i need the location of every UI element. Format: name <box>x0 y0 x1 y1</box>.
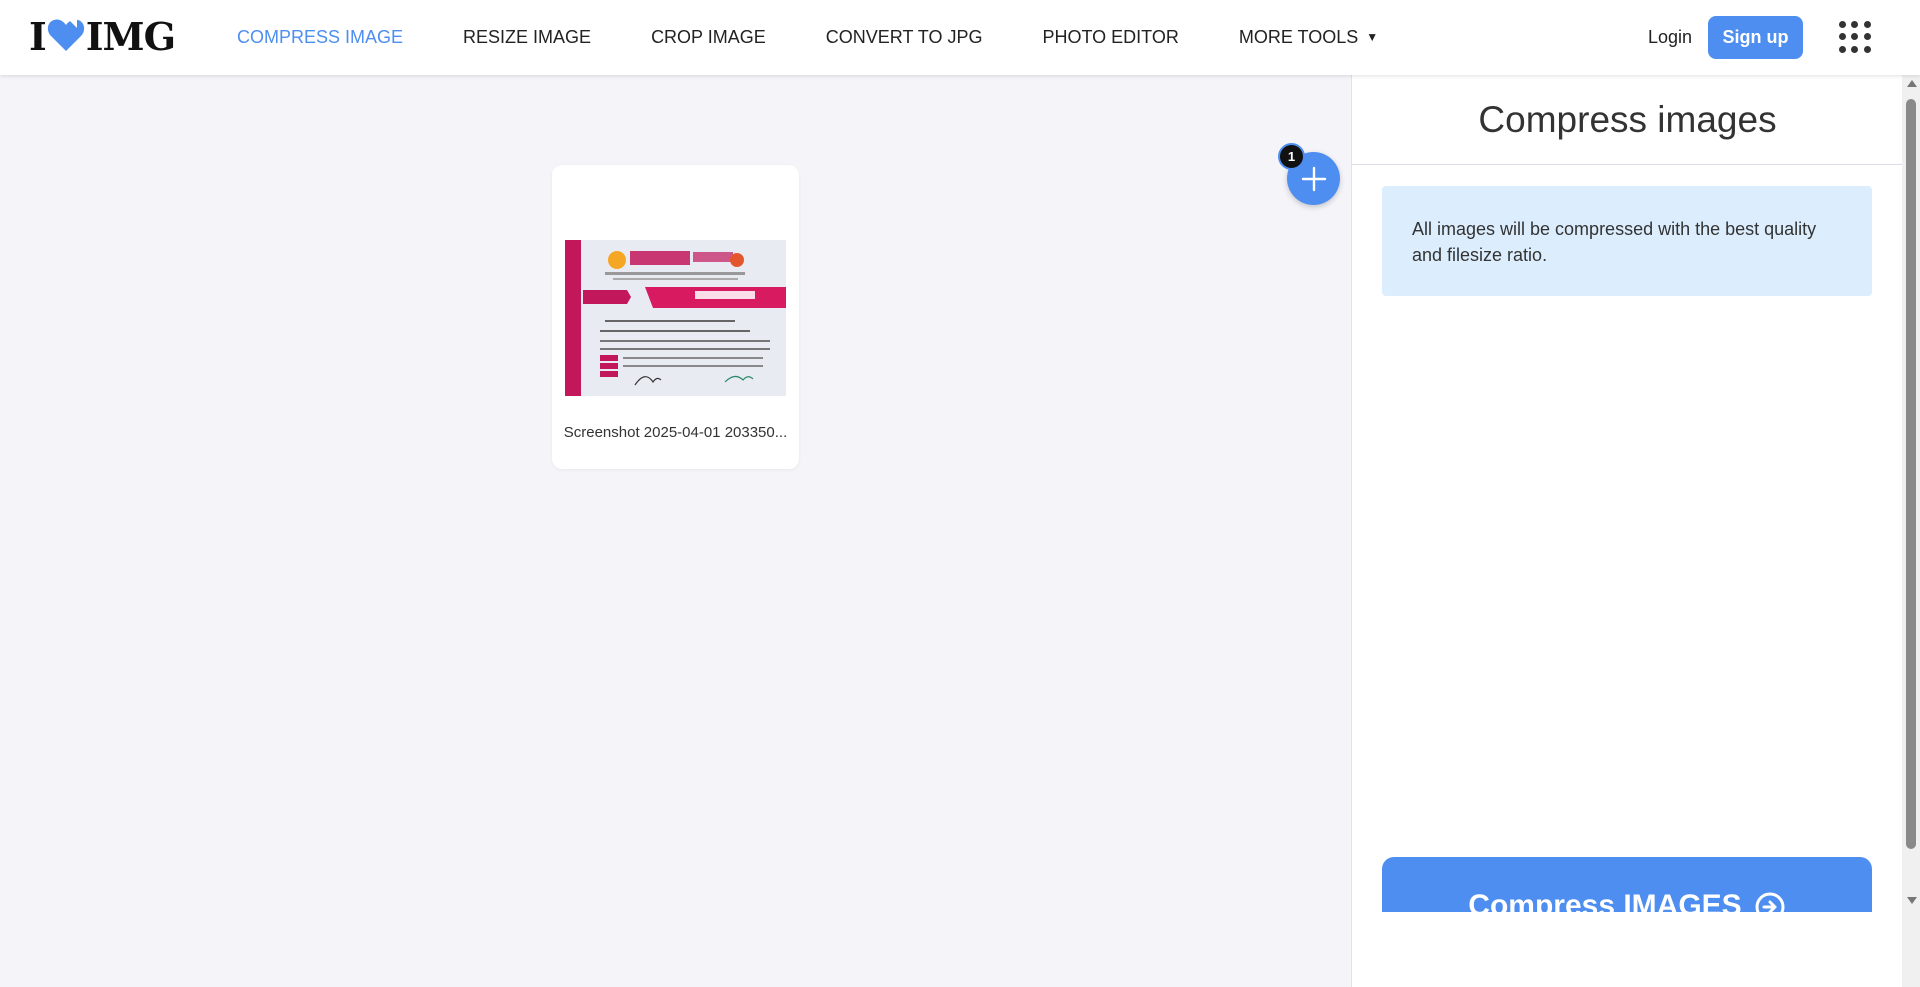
info-box: All images will be compressed with the b… <box>1382 186 1872 296</box>
file-card[interactable]: Screenshot 2025-04-01 203350... <box>552 165 799 469</box>
file-count-badge: 1 <box>1278 143 1305 170</box>
options-sidebar: Compress images All images will be compr… <box>1351 75 1903 987</box>
sidebar-scrollbar[interactable] <box>1902 75 1920 987</box>
main-nav: COMPRESS IMAGE RESIZE IMAGE CROP IMAGE C… <box>237 0 1438 75</box>
scrollbar-thumb[interactable] <box>1906 99 1916 849</box>
logo-text-left: I <box>29 14 47 59</box>
logo-text-right: IMG <box>85 14 176 59</box>
top-header: I IMG COMPRESS IMAGE RESIZE IMAGE CROP I… <box>0 0 1920 75</box>
nav-more-tools-label: MORE TOOLS <box>1238 27 1359 47</box>
sidebar-footer-area <box>1352 912 1903 987</box>
nav-crop-image[interactable]: CROP IMAGE <box>651 27 766 48</box>
nav-more-tools[interactable]: MORE TOOLS ▼ <box>1239 27 1378 48</box>
nav-resize-image[interactable]: RESIZE IMAGE <box>463 27 591 48</box>
file-thumbnail <box>565 240 786 396</box>
sidebar-title: Compress images <box>1478 99 1777 140</box>
iloveimg-logo[interactable]: I IMG <box>29 14 176 59</box>
file-name: Screenshot 2025-04-01 203350... <box>563 424 788 441</box>
caret-down-icon: ▼ <box>1366 30 1379 44</box>
upload-workspace: Screenshot 2025-04-01 203350... 1 <box>0 75 1351 987</box>
sidebar-divider <box>1352 164 1903 165</box>
scroll-down-arrow-icon[interactable] <box>1907 897 1917 904</box>
heart-icon <box>47 17 85 58</box>
nav-compress-image[interactable]: COMPRESS IMAGE <box>237 27 403 48</box>
login-link[interactable]: Login <box>1648 27 1692 48</box>
nav-convert-to-jpg[interactable]: CONVERT TO JPG <box>826 27 983 48</box>
signup-button[interactable]: Sign up <box>1708 16 1803 59</box>
apps-grid-icon[interactable] <box>1839 21 1871 53</box>
scroll-up-arrow-icon[interactable] <box>1907 80 1917 87</box>
nav-photo-editor[interactable]: PHOTO EDITOR <box>1042 27 1178 48</box>
plus-icon <box>1301 166 1326 191</box>
